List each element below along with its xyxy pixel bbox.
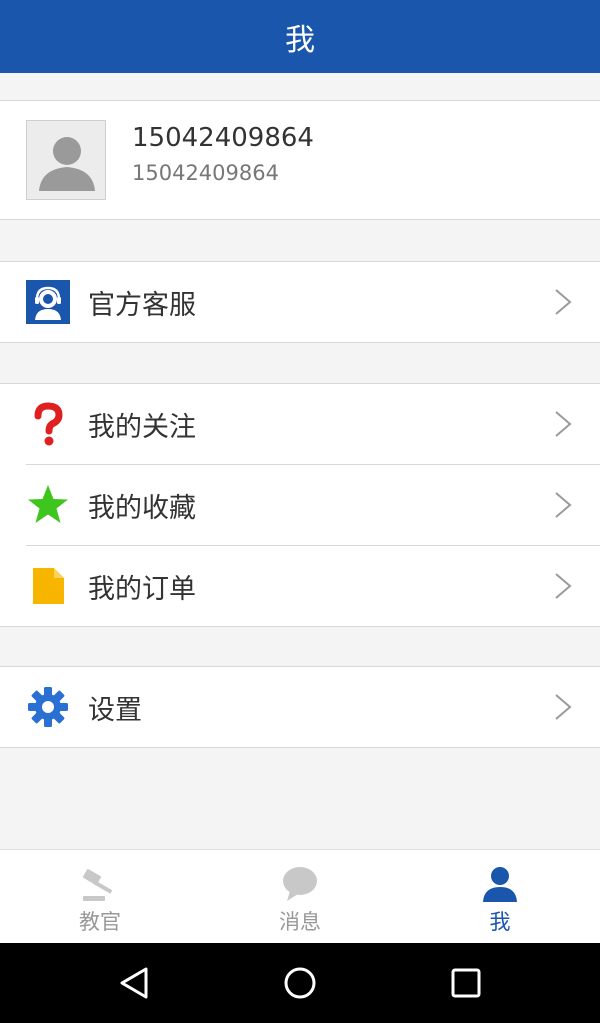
menu-item-label: 我的关注 xyxy=(88,411,196,443)
tab-label: 教官 xyxy=(79,910,121,934)
person-icon xyxy=(480,864,520,904)
tab-label: 消息 xyxy=(279,910,321,934)
tab-messages[interactable]: 消息 xyxy=(200,850,400,943)
menu-item-settings[interactable]: 设置 xyxy=(0,667,600,747)
chevron-right-icon xyxy=(555,573,572,599)
chevron-right-icon xyxy=(555,694,572,720)
recents-icon[interactable] xyxy=(448,965,484,1001)
menu-item-label: 我的订单 xyxy=(88,573,196,605)
gear-icon xyxy=(26,685,70,729)
menu-item-customer-service[interactable]: 官方客服 xyxy=(0,262,600,342)
my-items-card: 我的关注 我的收藏 我的订单 xyxy=(0,383,600,627)
menu-item-orders[interactable]: 我的订单 xyxy=(0,546,600,626)
profile-card[interactable]: 15042409864 15042409864 xyxy=(0,100,600,220)
app-header: 我 xyxy=(0,0,600,73)
chevron-right-icon xyxy=(555,411,572,437)
default-avatar-icon[interactable] xyxy=(26,120,106,200)
tab-instructor[interactable]: 教官 xyxy=(0,850,200,943)
chevron-right-icon xyxy=(555,289,572,315)
menu-item-label: 我的收藏 xyxy=(88,492,196,524)
service-card: 官方客服 xyxy=(0,261,600,343)
tab-label: 我 xyxy=(489,910,511,934)
settings-card: 设置 xyxy=(0,666,600,748)
tab-me[interactable]: 我 xyxy=(400,850,600,943)
profile-name: 15042409864 xyxy=(132,123,314,153)
document-icon xyxy=(26,564,70,608)
star-icon xyxy=(26,483,70,527)
system-nav-bar xyxy=(0,943,600,1023)
profile-phone: 15042409864 xyxy=(132,161,279,185)
chevron-right-icon xyxy=(555,492,572,518)
menu-item-label: 设置 xyxy=(88,694,142,726)
menu-item-favorites[interactable]: 我的收藏 xyxy=(0,465,600,545)
chat-bubble-icon xyxy=(280,864,320,904)
question-mark-icon xyxy=(26,402,70,446)
customer-service-icon xyxy=(26,280,70,324)
page-title: 我 xyxy=(285,22,315,58)
gavel-icon xyxy=(80,864,120,904)
home-icon[interactable] xyxy=(282,965,318,1001)
menu-item-following[interactable]: 我的关注 xyxy=(0,384,600,464)
back-icon[interactable] xyxy=(116,965,152,1001)
menu-item-label: 官方客服 xyxy=(88,289,196,321)
bottom-tab-bar: 教官 消息 我 xyxy=(0,849,600,943)
